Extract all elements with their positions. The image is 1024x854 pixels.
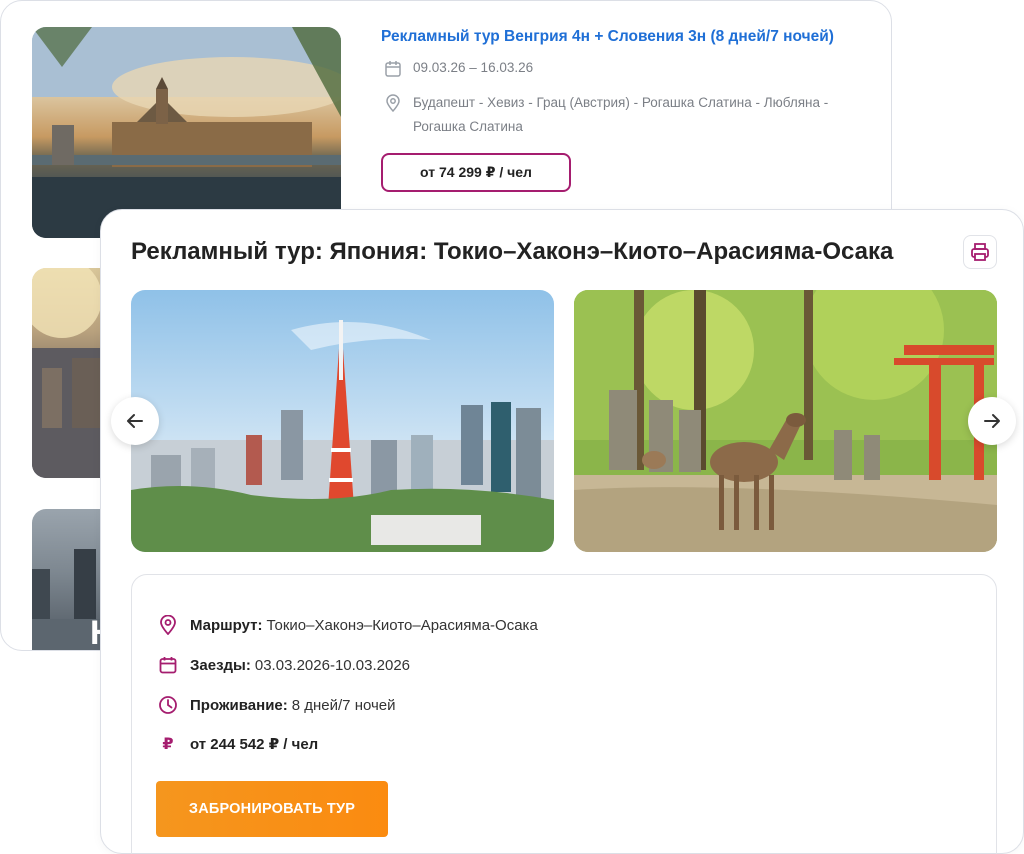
tour-dates-text: 09.03.26 – 16.03.26 <box>413 60 534 75</box>
tour-dates: 09.03.26 – 16.03.26 <box>385 60 533 78</box>
clock-icon <box>158 695 178 715</box>
printer-icon <box>971 243 989 261</box>
calendar-icon <box>158 655 178 675</box>
route-row: Маршрут: Токио–Хаконэ–Киото–Арасияма-Оса… <box>158 615 538 635</box>
budapest-photo[interactable] <box>32 27 341 238</box>
stay-label: Проживание: <box>190 696 288 714</box>
print-button[interactable] <box>963 235 997 269</box>
carousel-next-button[interactable] <box>968 397 1016 445</box>
arrow-right-icon <box>984 414 1000 428</box>
modal-title: Рекламный тур: Япония: Токио–Хаконэ–Киот… <box>131 238 894 265</box>
page: Н Рекламный тур Венгрия 4н + Словения 3н… <box>0 0 1024 854</box>
tour-title-link[interactable]: Рекламный тур Венгрия 4н + Словения 3н (… <box>381 28 834 46</box>
stay-value: 8 дней/7 ночей <box>291 696 396 714</box>
carousel-prev-button[interactable] <box>111 397 159 445</box>
arrow-left-icon <box>127 414 143 428</box>
stay-row: Проживание: 8 дней/7 ночей <box>158 695 396 715</box>
tour-route-text: Будапешт - Хевиз - Грац (Австрия) - Рога… <box>413 95 829 134</box>
tour-detail-modal: Рекламный тур: Япония: Токио–Хаконэ–Киот… <box>100 209 1024 854</box>
location-pin-icon <box>386 94 400 112</box>
price-row: ₽ от 244 542 ₽ / чел <box>158 734 318 754</box>
tour-route: Будапешт - Хевиз - Грац (Австрия) - Рога… <box>385 91 855 139</box>
nara-deer-photo[interactable] <box>574 290 997 552</box>
calendar-icon <box>385 61 401 77</box>
dates-value: 03.03.2026-10.03.2026 <box>254 656 411 674</box>
tour-price-button[interactable]: от 74 299 ₽ / чел <box>381 153 571 192</box>
tokyo-photo[interactable] <box>131 290 554 552</box>
price-value: от 244 542 ₽ / чел <box>190 736 319 753</box>
tour-info-box: Маршрут: Токио–Хаконэ–Киото–Арасияма-Оса… <box>131 574 997 854</box>
route-value: Токио–Хаконэ–Киото–Арасияма-Осака <box>266 616 538 634</box>
dates-label: Заезды: <box>190 656 251 674</box>
ruble-icon: ₽ <box>162 736 174 753</box>
location-pin-icon <box>158 615 178 635</box>
route-label: Маршрут: <box>190 616 263 634</box>
book-tour-button[interactable]: ЗАБРОНИРОВАТЬ ТУР <box>156 781 388 837</box>
dates-row: Заезды: 03.03.2026-10.03.2026 <box>158 655 410 675</box>
